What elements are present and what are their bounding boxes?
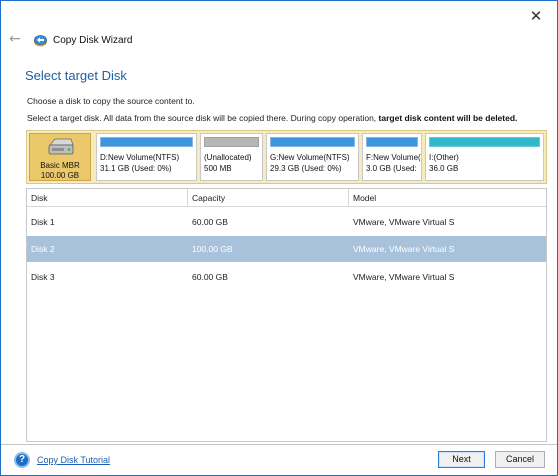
warning-text: Select a target disk. All data from the … <box>27 113 517 123</box>
partition-size: 500 MB <box>204 164 232 173</box>
column-header-disk[interactable]: Disk <box>27 189 188 207</box>
copy-disk-tutorial-link[interactable]: Copy Disk Tutorial <box>37 455 110 465</box>
capacity-cell: 60.00 GB <box>192 217 228 227</box>
disk-name-cell: Disk 2 <box>31 244 55 254</box>
close-icon[interactable]: ✕ <box>529 9 543 24</box>
partition-name: D:New Volume(NTFS) <box>100 153 180 162</box>
partition-name: F:New Volume( <box>366 153 421 162</box>
warning-text-plain: Select a target disk. All data from the … <box>27 113 379 123</box>
window-title: Copy Disk Wizard <box>53 35 133 46</box>
partition-usage-bar <box>270 137 355 147</box>
page-title: Select target Disk <box>25 68 127 83</box>
partition-name: (Unallocated) <box>204 153 252 162</box>
partition-g[interactable]: G:New Volume(NTFS) 29.3 GB (Used: 0%) <box>266 133 359 181</box>
model-cell: VMware, VMware Virtual S <box>353 272 455 282</box>
disk-name-cell: Disk 1 <box>31 217 55 227</box>
table-row-selected[interactable]: Disk 2 100.00 GB VMware, VMware Virtual … <box>27 236 546 262</box>
partition-size: 31.1 GB (Used: 0%) <box>100 164 172 173</box>
partition-size: 29.3 GB (Used: 0%) <box>270 164 342 173</box>
help-icon[interactable]: ? <box>14 452 30 468</box>
disk-table: Disk Capacity Model Disk 1 60.00 GB VMwa… <box>26 188 547 442</box>
disk-map: Basic MBR 100.00 GB D:New Volume(NTFS) 3… <box>26 130 547 184</box>
partition-name: G:New Volume(NTFS) <box>270 153 350 162</box>
partition-f[interactable]: F:New Volume( 3.0 GB (Used: <box>362 133 422 181</box>
partition-size: 36.0 GB <box>429 164 459 173</box>
partition-usage-bar <box>100 137 193 147</box>
copy-disk-wizard-window: ✕ ← Copy Disk Wizard Select target Disk … <box>0 0 558 476</box>
instruction-text: Choose a disk to copy the source content… <box>27 96 195 106</box>
partition-i[interactable]: I:(Other) 36.0 GB <box>425 133 544 181</box>
disk-name-cell: Disk 3 <box>31 272 55 282</box>
column-header-model[interactable]: Model <box>349 189 548 207</box>
partition-name: I:(Other) <box>429 153 459 162</box>
back-arrow-icon[interactable]: ← <box>9 32 23 46</box>
copy-disk-wizard-icon <box>34 35 47 47</box>
table-row[interactable]: Disk 1 60.00 GB VMware, VMware Virtual S <box>27 209 546 235</box>
wizard-footer: ? Copy Disk Tutorial Next Cancel <box>1 444 557 475</box>
hard-drive-icon <box>48 138 74 155</box>
model-cell: VMware, VMware Virtual S <box>353 244 455 254</box>
next-button[interactable]: Next <box>438 451 485 468</box>
column-header-capacity[interactable]: Capacity <box>188 189 349 207</box>
table-header: Disk Capacity Model <box>27 189 546 207</box>
partition-size: 3.0 GB (Used: <box>366 164 417 173</box>
partition-unallocated[interactable]: (Unallocated) 500 MB <box>200 133 263 181</box>
partition-usage-bar <box>366 137 418 147</box>
cancel-button[interactable]: Cancel <box>495 451 545 468</box>
capacity-cell: 60.00 GB <box>192 272 228 282</box>
warning-text-bold: target disk content will be deleted. <box>378 113 518 123</box>
disk-size-label: 100.00 GB <box>40 171 80 180</box>
partition-usage-bar <box>204 137 259 147</box>
partition-usage-bar <box>429 137 540 147</box>
disk-map-disk-tile[interactable]: Basic MBR 100.00 GB <box>29 133 91 181</box>
disk-type-label: Basic MBR <box>40 161 80 170</box>
capacity-cell: 100.00 GB <box>192 244 233 254</box>
model-cell: VMware, VMware Virtual S <box>353 217 455 227</box>
partition-d[interactable]: D:New Volume(NTFS) 31.1 GB (Used: 0%) <box>96 133 197 181</box>
table-row[interactable]: Disk 3 60.00 GB VMware, VMware Virtual S <box>27 264 546 290</box>
